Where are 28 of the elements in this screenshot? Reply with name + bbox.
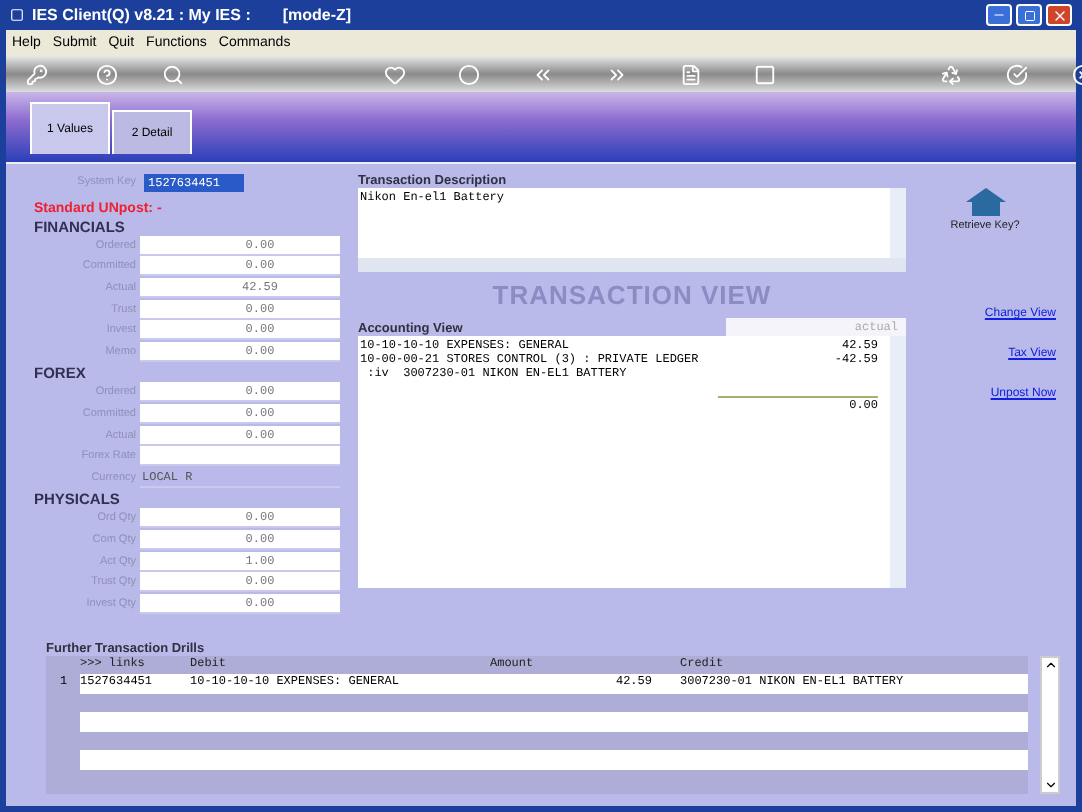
- scrollbar[interactable]: [890, 188, 906, 258]
- check-icon[interactable]: [1006, 63, 1028, 85]
- double-chevron-right-icon[interactable]: [606, 63, 628, 85]
- recycle-icon[interactable]: [940, 63, 962, 85]
- maximize-button[interactable]: [1016, 4, 1042, 26]
- minimize-button[interactable]: [986, 4, 1012, 26]
- house-icon[interactable]: [965, 188, 1005, 216]
- heart-icon[interactable]: [384, 63, 406, 85]
- search-icon[interactable]: [162, 63, 184, 85]
- help-icon[interactable]: [96, 63, 118, 85]
- close-button[interactable]: [1046, 4, 1072, 26]
- circle-icon[interactable]: [458, 63, 480, 85]
- scroll-up-icon[interactable]: [1043, 658, 1057, 672]
- minimize-icon: [992, 8, 1006, 22]
- scrollbar[interactable]: [1040, 656, 1060, 794]
- value-field[interactable]: [140, 446, 340, 467]
- document-icon[interactable]: [680, 63, 702, 85]
- close-icon: [1051, 7, 1067, 23]
- mode-label: [mode-Z]: [282, 6, 352, 24]
- scrollbar[interactable]: [358, 258, 906, 272]
- square-icon[interactable]: [754, 63, 776, 85]
- scrollbar[interactable]: [890, 336, 906, 588]
- app-icon: [10, 8, 24, 22]
- window-title: IES Client(Q) v8.21 : My IES :: [32, 6, 251, 24]
- double-chevron-left-icon[interactable]: [532, 63, 554, 85]
- key-icon[interactable]: [26, 63, 48, 85]
- scroll-down-icon[interactable]: [1043, 778, 1057, 792]
- maximize-icon: [1023, 9, 1035, 21]
